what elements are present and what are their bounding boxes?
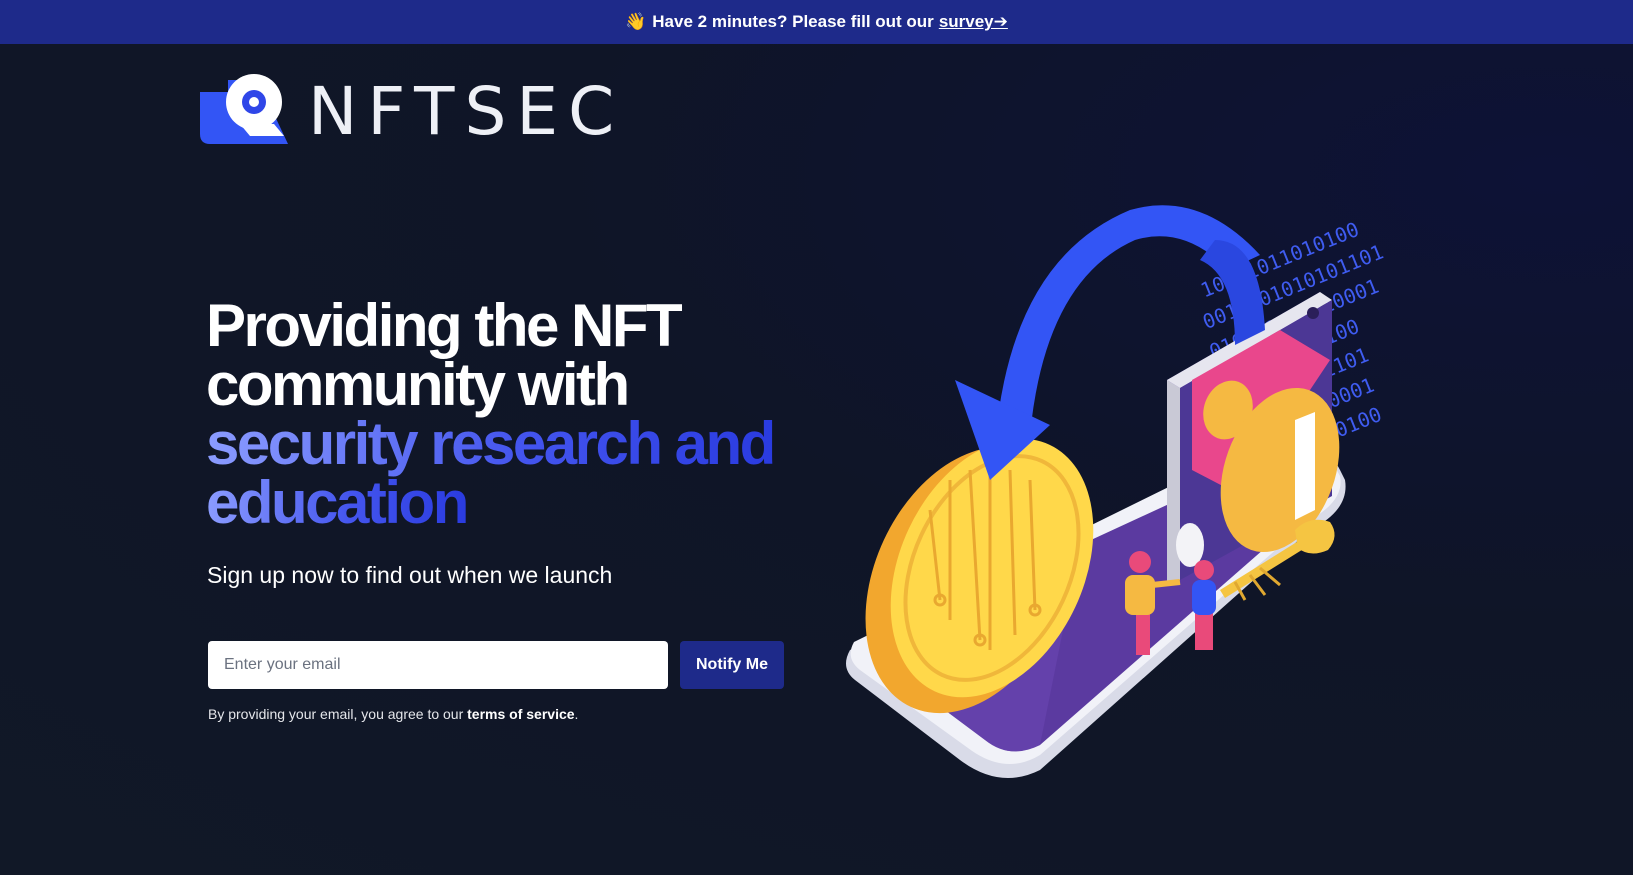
logo-wordmark: NFTSEC (308, 72, 625, 150)
headline-line: community with (206, 351, 630, 418)
banner-text: Have 2 minutes? Please fill out our (652, 12, 934, 31)
announcement-banner: 👋 Have 2 minutes? Please fill out our su… (0, 0, 1633, 44)
notify-me-button[interactable]: Notify Me (680, 641, 784, 689)
terms-suffix: . (574, 706, 579, 722)
headline-accent: security research and (206, 410, 776, 477)
hero-headline: Providing the NFT community with securit… (206, 296, 826, 533)
survey-link[interactable]: survey➔ (939, 12, 1008, 32)
headline-line: Providing the NFT (206, 292, 683, 359)
nft-security-illustration: 10001011010100 0010101010101101 01010101… (846, 205, 1387, 778)
terms-of-service-link[interactable]: terms of service (467, 706, 574, 722)
terms-notice: By providing your email, you agree to ou… (208, 706, 578, 722)
headline-accent: education (206, 469, 469, 536)
waving-hand-icon: 👋 (625, 12, 647, 31)
hero-subtitle: Sign up now to find out when we launch (207, 562, 613, 588)
hero-section: Providing the NFT community with securit… (206, 296, 826, 533)
site-logo[interactable]: NFTSEC (200, 72, 624, 150)
email-input[interactable] (208, 641, 668, 689)
terms-prefix: By providing your email, you agree to ou… (208, 706, 464, 722)
signup-form: Notify Me (208, 641, 784, 689)
nftsec-logo-icon (200, 74, 288, 144)
